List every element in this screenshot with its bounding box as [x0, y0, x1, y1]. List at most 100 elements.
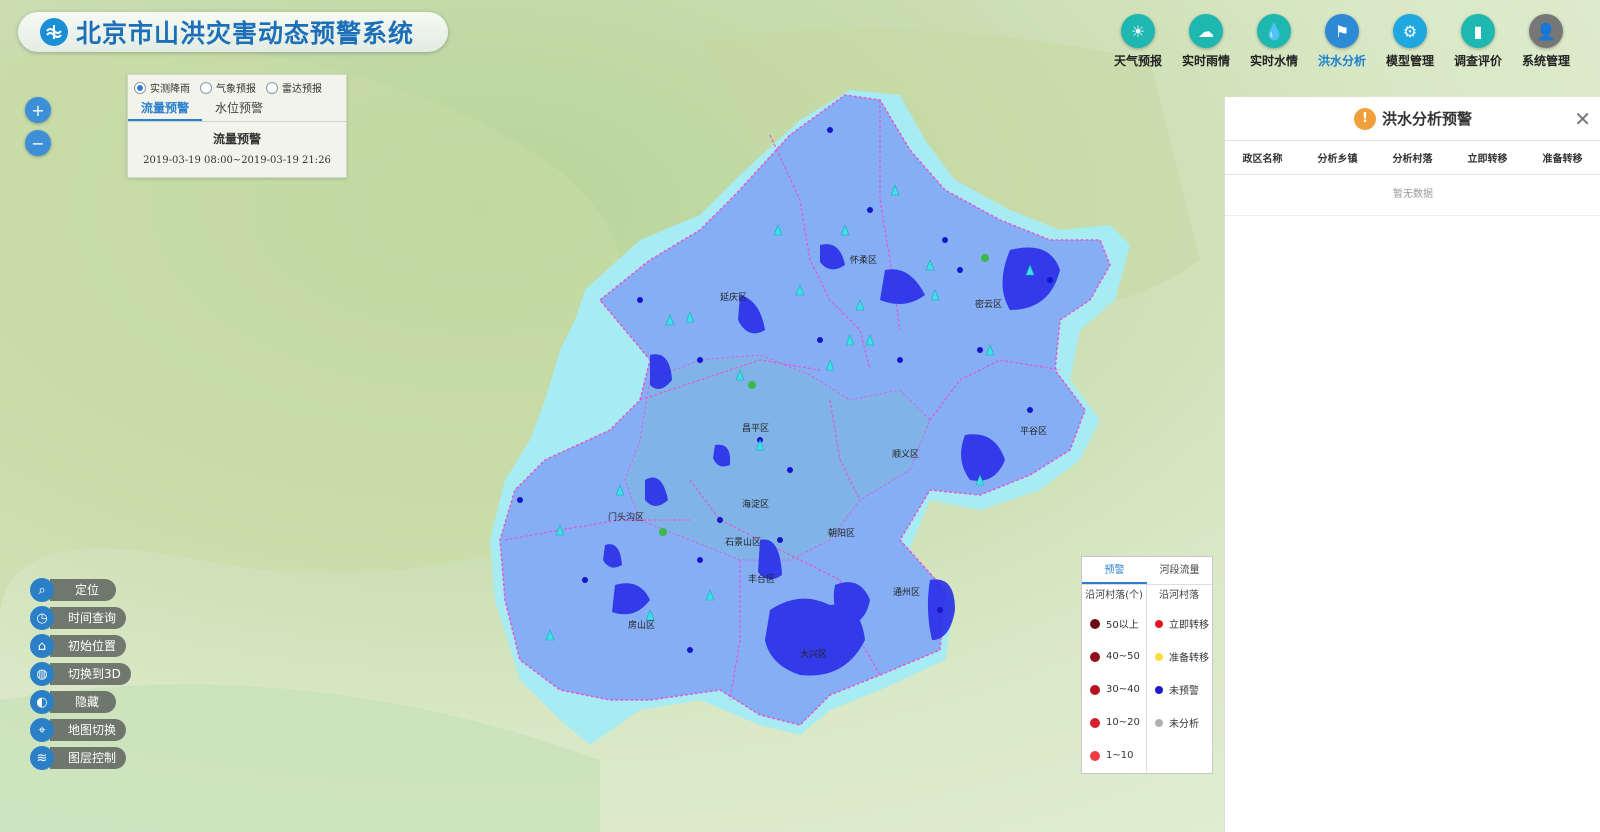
nav-system-management[interactable]: 👤 系统管理	[1512, 14, 1580, 69]
radio-weather-forecast[interactable]: 气象预报	[200, 80, 256, 95]
panel-subtitle: 流量预警	[212, 132, 261, 146]
zoom-in-button[interactable]: +	[25, 97, 51, 123]
radio-label: 实测降雨	[150, 84, 190, 95]
app-title: 北京市山洪灾害动态预警系统	[76, 19, 415, 48]
column-evacuate-now[interactable]: 立即转移	[1450, 150, 1525, 165]
column-villages[interactable]: 分析村落	[1375, 150, 1450, 165]
tool-label: 时间查询	[50, 607, 127, 629]
tool-label: 图层控制	[50, 747, 127, 769]
district-label-tongzhou: 通州区	[893, 588, 921, 598]
globe-icon: ◍	[30, 662, 54, 686]
district-label-miyun: 密云区	[975, 300, 1003, 310]
nav-label: 天气预报	[1113, 54, 1162, 68]
tool-label: 初始位置	[50, 635, 127, 657]
legend-item: 未分析	[1147, 706, 1211, 739]
clock-icon: ◷	[30, 606, 54, 630]
nav-label: 调查评价	[1453, 54, 1502, 68]
nav-flood-analysis[interactable]: ⚑ 洪水分析	[1308, 14, 1376, 69]
column-district[interactable]: 政区名称	[1225, 150, 1300, 165]
column-prepare-evacuate[interactable]: 准备转移	[1525, 150, 1600, 165]
radio-measured-rain[interactable]: 实测降雨	[134, 80, 190, 95]
district-label-chaoyang: 朝阳区	[828, 529, 856, 539]
water-logo-icon	[40, 18, 68, 46]
radio-selected-icon	[134, 81, 146, 94]
district-label-yanqing: 延庆区	[720, 293, 748, 303]
tool-map-switch[interactable]: ⌖ 地图切换	[30, 716, 131, 744]
nav-realtime-rain[interactable]: ☁ 实时雨情	[1172, 14, 1240, 69]
nav-label: 系统管理	[1521, 54, 1570, 68]
legend-item: 50以上	[1082, 607, 1146, 640]
nav-model-management[interactable]: ⚙ 模型管理	[1376, 14, 1444, 69]
nav-survey-evaluation[interactable]: ▮ 调查评价	[1444, 14, 1512, 69]
tool-label: 地图切换	[50, 719, 127, 741]
nav-label: 洪水分析	[1317, 54, 1366, 68]
district-label-shunyi: 顺义区	[892, 450, 920, 460]
tool-switch-3d[interactable]: ◍ 切换到3D	[30, 660, 131, 688]
tool-locate[interactable]: ⌕ 定位	[30, 576, 131, 604]
top-navigation: ☀ 天气预报 ☁ 实时雨情 💧 实时水情 ⚑ 洪水分析 ⚙ 模型管理 ▮ 调查评…	[1104, 14, 1580, 69]
legend-item: 1~10	[1082, 739, 1146, 772]
legend-item: 未预警	[1147, 673, 1211, 706]
map-tools: ⌕ 定位 ◷ 时间查询 ⌂ 初始位置 ◍ 切换到3D ◐ 隐藏 ⌖ 地图切换 ≋…	[30, 576, 131, 772]
tool-initial-position[interactable]: ⌂ 初始位置	[30, 632, 131, 660]
map-switch-icon: ⌖	[30, 718, 54, 742]
legend-item: 40~50	[1082, 640, 1146, 673]
legend-dot-icon	[1090, 717, 1100, 728]
legend-tab-reach-flow[interactable]: 河段流量	[1147, 557, 1212, 584]
legend-dot-icon	[1155, 619, 1163, 628]
district-label-daxing: 大兴区	[800, 650, 828, 660]
flood-analysis-panel: ! 洪水分析预警 ✕ 政区名称 分析乡镇 分析村落 立即转移 准备转移 暂无数据	[1224, 97, 1600, 832]
district-label-huairou: 怀柔区	[850, 256, 878, 266]
tool-hide[interactable]: ◐ 隐藏	[30, 688, 131, 716]
panel-title: 洪水分析预警	[1381, 110, 1472, 128]
rain-cloud-icon: ☁	[1189, 14, 1223, 48]
bar-chart-icon: ▮	[1461, 14, 1495, 48]
legend-item: 30~40	[1082, 673, 1146, 706]
warning-filter-panel: 实测降雨 气象预报 雷达预报 流量预警 水位预警 流量预警 2019-03-19…	[127, 74, 347, 178]
empty-state: 暂无数据	[1225, 175, 1600, 216]
radio-label: 气象预报	[216, 84, 256, 95]
legend-dot-icon	[1090, 684, 1100, 695]
zoom-out-button[interactable]: −	[25, 130, 51, 156]
close-icon[interactable]: ✕	[1574, 107, 1591, 131]
legend-dot-icon	[1155, 685, 1163, 694]
radio-radar-forecast[interactable]: 雷达预报	[266, 80, 322, 95]
tool-layer-control[interactable]: ≋ 图层控制	[30, 744, 131, 772]
tool-time-query[interactable]: ◷ 时间查询	[30, 604, 131, 632]
nav-label: 模型管理	[1385, 54, 1434, 68]
tab-water-level-warning[interactable]: 水位预警	[202, 97, 276, 121]
time-range: 2019-03-19 08:00~2019-03-19 21:26	[143, 155, 331, 166]
legend-left-header: 沿河村落(个)	[1085, 590, 1143, 601]
nav-realtime-water[interactable]: 💧 实时水情	[1240, 14, 1308, 69]
water-drop-icon: 💧	[1257, 14, 1291, 48]
district-label-shijingshan: 石景山区	[725, 538, 762, 548]
user-admin-icon: 👤	[1529, 14, 1563, 48]
radio-label: 雷达预报	[282, 84, 322, 95]
app-title-bar: 北京市山洪灾害动态预警系统	[18, 12, 448, 52]
tab-flow-warning[interactable]: 流量预警	[128, 97, 202, 121]
district-label-pinggu: 平谷区	[1020, 427, 1048, 437]
tool-label: 定位	[50, 579, 116, 601]
tool-label: 隐藏	[50, 691, 116, 713]
layers-icon: ≋	[30, 746, 54, 770]
gear-icon: ⚙	[1393, 14, 1427, 48]
legend-right-header: 沿河村落	[1159, 590, 1199, 601]
tool-label: 切换到3D	[50, 663, 131, 685]
radio-unselected-icon	[200, 81, 212, 94]
district-label-changping: 昌平区	[742, 424, 770, 434]
weather-icon: ☀	[1121, 14, 1155, 48]
legend-dot-icon	[1155, 652, 1163, 661]
nav-weather-forecast[interactable]: ☀ 天气预报	[1104, 14, 1172, 69]
radio-unselected-icon	[266, 81, 278, 94]
legend-tab-warning[interactable]: 预警	[1082, 557, 1147, 584]
legend-item: 准备转移	[1147, 640, 1211, 673]
warning-icon: !	[1353, 107, 1376, 130]
legend-dot-icon	[1090, 750, 1100, 761]
legend-item: 10~20	[1082, 706, 1146, 739]
district-label-fengtai: 丰台区	[748, 575, 776, 585]
column-towns[interactable]: 分析乡镇	[1300, 150, 1375, 165]
legend-dot-icon	[1155, 718, 1163, 727]
search-icon: ⌕	[30, 578, 54, 602]
legend-item: 立即转移	[1147, 607, 1211, 640]
hide-icon: ◐	[30, 690, 54, 714]
